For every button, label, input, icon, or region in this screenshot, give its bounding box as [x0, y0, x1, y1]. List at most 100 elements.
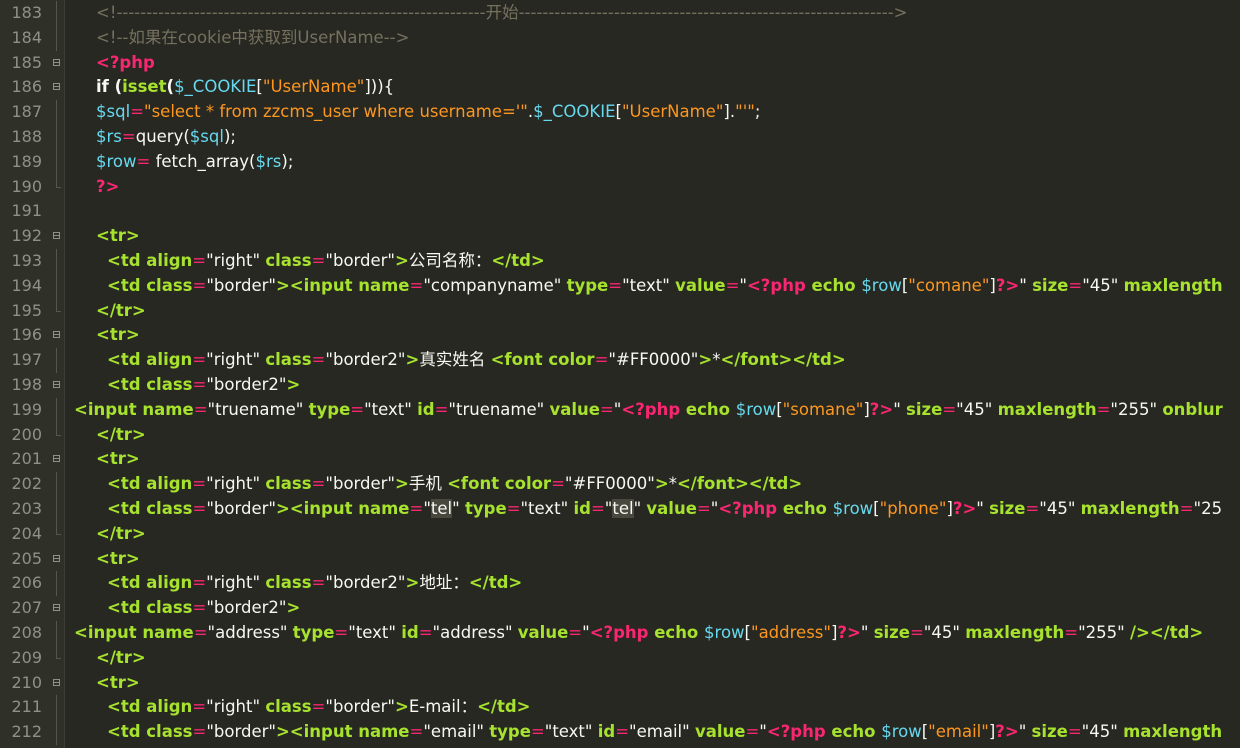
code-token: =	[192, 375, 207, 394]
code-token: $row	[735, 399, 777, 419]
code-line[interactable]: 205 <tr>	[0, 547, 1240, 572]
code-line[interactable]: 189 $row= fetch_array($rs);	[0, 149, 1240, 175]
code-line[interactable]: 183 <!-----------------------------------…	[0, 1, 1240, 26]
code-text[interactable]: <td align="right" class="border">公司名称：</…	[107, 249, 545, 274]
code-line[interactable]: 210 <tr>	[0, 671, 1240, 696]
code-text[interactable]: </tr>	[96, 522, 146, 547]
code-token: =	[568, 623, 583, 642]
code-line[interactable]: 199 <input name="truename" type="text" id…	[0, 397, 1240, 423]
code-line[interactable]: 184 <!--如果在cookie中获取到UserName-->	[0, 25, 1240, 51]
code-text[interactable]: <td align="right" class="border">手机 <fon…	[107, 472, 802, 497]
fold-guide-icon	[53, 25, 63, 51]
code-line[interactable]: 211 <td align="right" class="border">E-ma…	[0, 695, 1240, 720]
code-line[interactable]: 207 <td class="border2">	[0, 596, 1240, 621]
code-line[interactable]: 209 </tr>	[0, 645, 1240, 671]
code-text[interactable]: ?>	[96, 175, 119, 200]
code-line[interactable]: 197 <td align="right" class="border2">真实姓…	[0, 348, 1240, 373]
code-token: $_COOKIE	[533, 102, 616, 122]
code-text[interactable]: <tr>	[96, 323, 140, 348]
code-line[interactable]: 201 <tr>	[0, 447, 1240, 472]
code-token: "45"	[923, 623, 966, 642]
code-token: ><input	[275, 722, 359, 742]
fold-toggle-icon[interactable]	[53, 547, 63, 572]
fold-toggle-icon[interactable]	[53, 447, 63, 472]
code-text[interactable]: <input name="address" type="text" id="ad…	[74, 621, 1203, 646]
code-line[interactable]: 195 </tr>	[0, 298, 1240, 324]
code-line[interactable]: 194 <td class="border"><input name="compa…	[0, 273, 1240, 299]
code-token: $rs	[255, 151, 282, 171]
code-line[interactable]: 191	[0, 199, 1240, 224]
code-token: </td>	[468, 573, 523, 593]
code-text[interactable]: <td align="right" class="border2">地址：</t…	[107, 571, 522, 596]
code-token: "border2"	[325, 350, 406, 370]
code-token: "truename"	[448, 399, 550, 419]
code-token: "right"	[206, 474, 266, 494]
code-token: type	[489, 722, 531, 742]
code-text[interactable]: <td class="border2">	[107, 373, 300, 398]
code-text[interactable]: <tr>	[96, 447, 140, 472]
code-text[interactable]: $sql="select * from zzcms_user where use…	[96, 100, 760, 125]
code-text[interactable]: <tr>	[96, 224, 140, 249]
code-text[interactable]: <?php	[96, 51, 155, 76]
code-token: type	[292, 623, 335, 642]
code-text[interactable]: <tr>	[96, 547, 140, 572]
code-text[interactable]: </tr>	[96, 299, 146, 324]
code-line[interactable]: 188 $rs=query($sql);	[0, 125, 1240, 150]
code-line[interactable]: 190 ?>	[0, 174, 1240, 200]
code-token: $rs	[96, 127, 122, 146]
code-line[interactable]: 193 <td align="right" class="border">公司名称…	[0, 249, 1240, 274]
code-text[interactable]: <!--如果在cookie中获取到UserName-->	[96, 26, 409, 51]
code-text[interactable]: <td class="border"><input name="companyn…	[107, 274, 1223, 299]
code-text[interactable]: </tr>	[96, 646, 146, 671]
code-line[interactable]: 200 </tr>	[0, 422, 1240, 448]
fold-toggle-icon[interactable]	[53, 224, 63, 249]
fold-toggle-icon[interactable]	[53, 323, 63, 348]
code-token: $sql	[96, 102, 131, 122]
code-token: "somane"	[782, 399, 864, 419]
code-token: <tr>	[96, 548, 140, 568]
code-line[interactable]: 186 if (isset($_COOKIE["UserName"])){	[0, 75, 1240, 100]
code-token: =	[530, 722, 545, 742]
code-line[interactable]: 206 <td align="right" class="border2">地址：…	[0, 571, 1240, 596]
fold-toggle-icon[interactable]	[53, 75, 63, 100]
code-line[interactable]: 198 <td class="border2">	[0, 373, 1240, 398]
code-text[interactable]: </tr>	[96, 423, 146, 448]
code-token: <?php	[718, 499, 783, 518]
code-text[interactable]: <td class="border"><input name="email" t…	[107, 720, 1222, 745]
code-text[interactable]: $row= fetch_array($rs);	[96, 150, 293, 175]
code-token: <td	[107, 474, 147, 494]
fold-toggle-icon[interactable]	[53, 373, 63, 398]
code-line[interactable]: 204 </tr>	[0, 521, 1240, 547]
code-token: "truename"	[207, 399, 309, 419]
code-line[interactable]: 185 <?php	[0, 51, 1240, 76]
code-text[interactable]: <tr>	[96, 671, 140, 696]
code-token: "border2"	[325, 573, 406, 593]
code-text[interactable]: <td align="right" class="border2">真实姓名 <…	[107, 348, 846, 373]
code-text[interactable]: <input name="truename" type="text" id="t…	[74, 398, 1223, 423]
code-token: $_COOKIE	[174, 77, 257, 97]
code-token: =	[409, 275, 424, 295]
code-token: "255"	[1110, 399, 1163, 419]
code-text[interactable]: $rs=query($sql);	[96, 125, 236, 150]
fold-toggle-icon[interactable]	[53, 51, 63, 76]
code-line[interactable]: 203 <td class="border"><input name="tel" …	[0, 497, 1240, 522]
fold-toggle-icon[interactable]	[53, 671, 63, 696]
code-token: </tr>	[96, 647, 146, 667]
code-line[interactable]: 208 <input name="address" type="text" id=…	[0, 621, 1240, 646]
code-text[interactable]: <!--------------------------------------…	[96, 1, 908, 26]
code-token: <td	[107, 275, 147, 295]
code-line[interactable]: 212 <td class="border"><input name="email…	[0, 720, 1240, 745]
code-token: ><input	[275, 275, 359, 295]
code-text[interactable]: if (isset($_COOKIE["UserName"])){	[96, 75, 394, 100]
code-text[interactable]: <td class="border"><input name="tel" typ…	[107, 497, 1222, 522]
fold-guide-icon	[53, 422, 63, 448]
code-text[interactable]: <td align="right" class="border">E-mail：…	[107, 695, 530, 720]
code-text[interactable]: <td class="border2">	[107, 596, 300, 621]
code-editor[interactable]: 183 <!-----------------------------------…	[0, 0, 1240, 748]
code-line[interactable]: 187 $sql="select * from zzcms_user where …	[0, 100, 1240, 125]
code-line[interactable]: 196 <tr>	[0, 323, 1240, 348]
code-token: <?php	[589, 623, 655, 642]
fold-toggle-icon[interactable]	[53, 596, 63, 621]
code-line[interactable]: 192 <tr>	[0, 224, 1240, 249]
code-line[interactable]: 202 <td align="right" class="border">手机 <…	[0, 472, 1240, 497]
